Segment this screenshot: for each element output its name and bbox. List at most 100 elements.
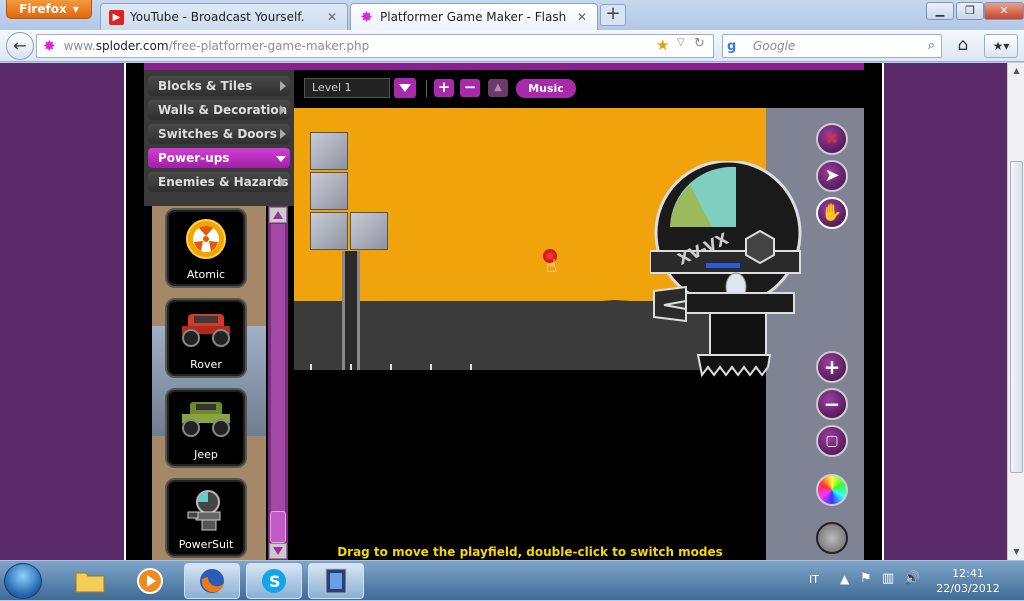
maximize-button[interactable]: ❐ [956,2,984,20]
youtube-icon: ▶ [109,9,124,25]
category-enemies-hazards[interactable]: Enemies & Hazards [148,172,290,192]
firefox-menu-button[interactable]: Firefox ▼ [6,0,92,19]
clock[interactable]: 12:41 22/03/2012 [926,566,1010,596]
zoom-in-button[interactable]: + [816,351,848,383]
color-picker-button[interactable] [816,474,848,506]
language-indicator[interactable]: IT [809,573,819,586]
remove-level-button[interactable]: − [460,79,480,97]
item-label: Atomic [186,268,226,281]
firefox-menu-label: Firefox [19,2,67,16]
action-center-icon[interactable]: ⚑ [860,571,872,586]
delete-tool-button[interactable]: ✖ [816,123,848,155]
texture-button[interactable] [816,522,848,554]
url-text: www.sploder.com/free-platformer-game-mak… [63,39,370,53]
folder-icon[interactable] [62,563,118,599]
scroll-thumb[interactable] [1010,161,1023,473]
item-label: Rover [190,358,222,371]
level-select[interactable]: Level 1 [304,78,390,98]
search-placeholder: Google [753,39,796,53]
editor-hint: Drag to move the playfield, double-click… [337,545,723,559]
item-scrollbar[interactable] [268,206,288,560]
arrow-right-icon [280,105,286,115]
bookmark-star-icon[interactable]: ★ [656,36,669,54]
tile-block[interactable] [310,172,348,210]
hand-cursor-icon: ☝ [546,256,557,277]
chevron-down-icon [399,84,411,92]
move-level-up-button[interactable]: ▲ [488,79,508,97]
toolbar-divider [426,80,427,97]
tile-block[interactable] [350,212,388,250]
video-editor-icon[interactable] [308,563,364,599]
item-powersuit[interactable]: PowerSuit [165,478,247,558]
pillar [342,251,360,371]
playfield-lower-area[interactable] [294,370,766,560]
svg-text:S: S [269,572,281,591]
clock-date: 22/03/2012 [936,582,1000,595]
zoom-out-button[interactable]: − [816,388,848,420]
add-level-button[interactable]: + [434,79,454,97]
item-label: PowerSuit [178,538,234,551]
category-blocks-tiles[interactable]: Blocks & Tiles [148,76,290,96]
arrow-right-icon [280,177,286,187]
scroll-down-icon[interactable]: ▼ [1009,544,1024,560]
windows-start-icon[interactable] [4,563,42,599]
category-panel: Blocks & Tiles Walls & Decoration Switch… [144,70,294,206]
category-switches-doors[interactable]: Switches & Doors [148,124,290,144]
tab-youtube[interactable]: ▶ YouTube - Broadcast Yourself. ✕ [100,3,348,30]
tab-label: YouTube - Broadcast Yourself. [130,10,305,24]
new-tab-button[interactable]: + [600,4,626,26]
network-icon[interactable]: ▥ [882,571,894,586]
firefox-taskbar-icon[interactable] [184,563,240,599]
page-scrollbar[interactable]: ▲ ▼ [1007,63,1024,560]
skype-icon[interactable]: S [246,563,302,599]
search-icon[interactable]: ⌕ [928,38,935,53]
reload-icon[interactable]: ↻ [694,36,705,51]
game-area: Blocks & Tiles Walls & Decoration Switch… [0,63,1007,560]
arrow-right-icon [280,129,286,139]
navigation-bar: ← ✸ www.sploder.com/free-platformer-game… [0,30,1024,62]
bookmarks-button[interactable]: ★▾ [984,34,1018,58]
title-bar: Firefox ▼ ▶ YouTube - Broadcast Yourself… [0,0,1024,30]
close-icon[interactable]: ✕ [325,10,339,24]
minimize-button[interactable]: ▁ [926,2,954,20]
url-dropdown-icon[interactable]: ▽ [677,37,685,48]
search-field[interactable]: g Google ⌕ [722,34,942,58]
tile-block[interactable] [310,132,348,170]
media-player-icon[interactable] [122,563,178,599]
clock-time: 12:41 [952,567,984,580]
google-icon: g [727,38,737,54]
item-scroll-thumb[interactable] [270,511,286,543]
hand-tool-button[interactable]: ✋ [816,197,848,229]
item-rover[interactable]: Rover [165,298,247,378]
chevron-down-icon: ▼ [72,4,79,14]
fit-view-button[interactable]: ▢ [816,425,848,457]
select-tool-button[interactable]: ➤ [816,160,848,192]
scroll-up-icon[interactable] [269,207,287,223]
level-dropdown-button[interactable] [394,78,416,98]
tab-label: Platformer Game Maker - Flash Game... [380,10,569,24]
robot-mascot: XV-VX [650,161,802,378]
jeep-icon [182,402,230,437]
rover-icon [182,314,230,347]
item-jeep[interactable]: Jeep [165,388,247,468]
taskbar: S IT ▲ ⚑ ▥ 🔊 12:41 22/03/2012 [0,560,1024,600]
volume-icon[interactable]: 🔊 [904,571,920,586]
close-icon[interactable]: ✕ [575,10,589,24]
item-scroll-track[interactable] [271,224,285,542]
arrow-right-icon [280,81,286,91]
scroll-up-icon[interactable]: ▲ [1009,63,1024,79]
close-window-button[interactable]: ✕ [984,2,1024,20]
music-button[interactable]: Music [516,79,576,98]
category-power-ups[interactable]: Power-ups [148,148,290,168]
top-strip [144,63,864,70]
tray-arrow-icon[interactable]: ▲ [840,572,849,586]
item-atomic[interactable]: Atomic [165,208,247,288]
url-bar[interactable]: ✸ www.sploder.com/free-platformer-game-m… [36,34,714,58]
category-walls-decoration[interactable]: Walls & Decoration [148,100,290,120]
item-label: Jeep [194,448,218,461]
scroll-down-icon[interactable] [269,543,287,559]
back-button[interactable]: ← [6,32,34,60]
home-icon[interactable]: ⌂ [950,34,976,58]
tab-platformer[interactable]: ✸ Platformer Game Maker - Flash Game... … [350,3,598,30]
tile-block[interactable] [310,212,348,250]
